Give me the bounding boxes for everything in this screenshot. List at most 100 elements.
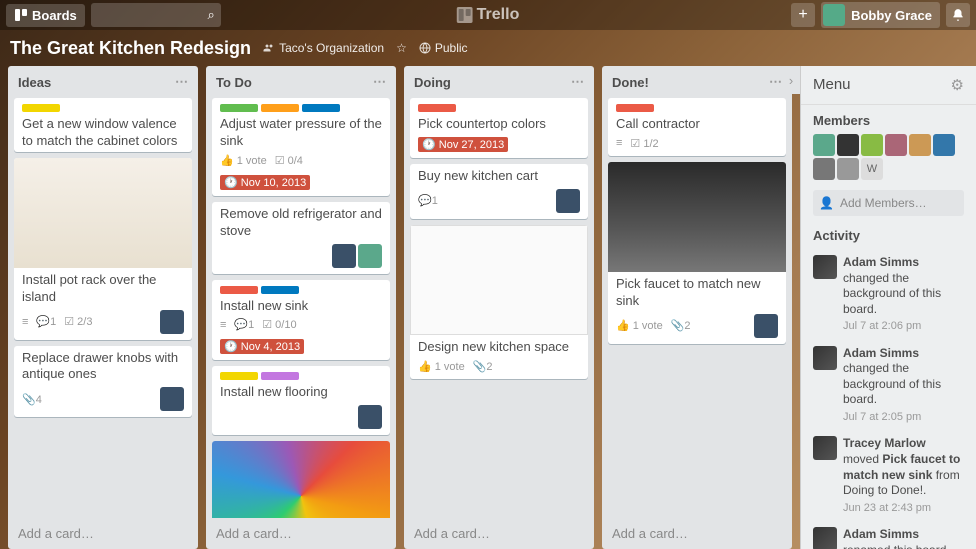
notifications-button[interactable]	[946, 3, 970, 27]
list-menu-icon[interactable]: ⋯	[769, 74, 782, 90]
sidebar-toggle[interactable]: ›	[782, 66, 800, 94]
comments-badge: 💬1	[234, 318, 254, 331]
settings-icon[interactable]: ⚙	[951, 76, 964, 94]
member-avatar[interactable]	[885, 134, 907, 156]
bell-icon	[951, 8, 965, 22]
create-button[interactable]: +	[791, 3, 815, 27]
checklist-badge: ☑ 2/3	[64, 315, 92, 328]
member-avatar[interactable]	[160, 310, 184, 334]
topbar: Boards ⌕ Trello + Bobby Grace	[0, 0, 976, 30]
member-avatar[interactable]	[556, 189, 580, 213]
card[interactable]: Install new flooring	[212, 366, 390, 435]
card[interactable]: Design new kitchen space👍 1 vote📎2	[410, 225, 588, 379]
trello-logo-icon	[457, 7, 473, 23]
list-header[interactable]: Done! ⋯	[602, 66, 792, 98]
board-title[interactable]: The Great Kitchen Redesign	[10, 38, 251, 59]
add-members-button[interactable]: 👤 Add Members…	[813, 190, 964, 216]
label	[220, 372, 258, 380]
card-badges	[212, 403, 390, 435]
activity-avatar[interactable]	[813, 527, 837, 549]
vote-badge: 👍 1 vote	[616, 319, 663, 332]
vote-badge: 👍 1 vote	[418, 360, 465, 373]
card[interactable]: Adjust water pressure of the sink👍 1 vot…	[212, 98, 390, 196]
member-avatar[interactable]	[837, 134, 859, 156]
card[interactable]: Remove old refrigerator and stove	[212, 202, 390, 274]
activity-avatar[interactable]	[813, 436, 837, 460]
add-card-button[interactable]: Add a card…	[404, 518, 594, 549]
cards-container: Pick countertop colors🕐 Nov 27, 2013 Buy …	[404, 98, 594, 518]
member-avatar[interactable]	[813, 158, 835, 180]
label	[616, 104, 654, 112]
members-row: W	[801, 134, 976, 186]
label	[220, 286, 258, 294]
member-avatar[interactable]	[358, 244, 382, 268]
logo[interactable]: Trello	[457, 6, 520, 24]
activity-time: Jun 23 at 2:43 pm	[843, 501, 964, 515]
list: Done! ⋯ Call contractor≡☑ 1/2 Pick faucet t…	[602, 66, 792, 549]
card[interactable]: Buy paint for cabinets💬1	[212, 441, 390, 518]
card-badges	[212, 242, 390, 274]
list-title: Doing	[414, 75, 451, 90]
boards-button[interactable]: Boards	[6, 4, 85, 27]
card-labels	[212, 366, 390, 380]
card[interactable]: Replace drawer knobs with antique ones📎4	[14, 346, 192, 418]
attachment-badge: 📎4	[22, 393, 42, 406]
add-card-button[interactable]: Add a card…	[206, 518, 396, 549]
card[interactable]: Install pot rack over the island≡💬1☑ 2/3	[14, 158, 192, 340]
lists-container: Ideas⋯Get a new window valence to match …	[0, 66, 800, 549]
activity-body: Adam Simms changed the background of thi…	[843, 346, 964, 425]
label	[302, 104, 340, 112]
card[interactable]: Call contractor≡☑ 1/2	[608, 98, 786, 156]
user-menu[interactable]: Bobby Grace	[821, 2, 940, 28]
card-badges: 👍 1 vote📎2	[608, 312, 786, 344]
search-input[interactable]: ⌕	[91, 3, 221, 27]
member-avatar[interactable]	[909, 134, 931, 156]
add-card-button[interactable]: Add a card…	[602, 518, 792, 549]
member-avatar[interactable]	[813, 134, 835, 156]
card-title: Buy new kitchen cart	[410, 164, 588, 187]
card-title: Design new kitchen space	[410, 335, 588, 358]
member-avatar[interactable]	[933, 134, 955, 156]
card[interactable]: Pick countertop colors🕐 Nov 27, 2013	[410, 98, 588, 158]
card-labels	[608, 98, 786, 112]
card-title: Remove old refrigerator and stove	[212, 202, 390, 242]
card-members	[160, 310, 184, 334]
visibility-button[interactable]: Public	[419, 41, 468, 55]
list-title: Done!	[612, 75, 649, 90]
card[interactable]: Install new sink≡💬1☑ 0/10🕐 Nov 4, 2013	[212, 280, 390, 361]
activity-avatar[interactable]	[813, 255, 837, 279]
member-avatar[interactable]	[332, 244, 356, 268]
list-menu-icon[interactable]: ⋯	[175, 74, 188, 90]
member-avatar[interactable]: W	[861, 158, 883, 180]
member-avatar[interactable]	[160, 387, 184, 411]
activity-title: Activity	[801, 220, 976, 249]
list-header[interactable]: To Do⋯	[206, 66, 396, 98]
sidebar: Menu ⚙ Members W 👤 Add Members… Activity…	[800, 66, 976, 549]
menu-title: Menu	[813, 76, 851, 94]
card[interactable]: Pick faucet to match new sink👍 1 vote📎2	[608, 162, 786, 344]
card-labels	[212, 280, 390, 294]
member-avatar[interactable]	[358, 405, 382, 429]
list-menu-icon[interactable]: ⋯	[571, 74, 584, 90]
add-card-button[interactable]: Add a card…	[8, 518, 198, 549]
org-link[interactable]: Taco's Organization	[263, 41, 384, 55]
card[interactable]: Get a new window valence to match the ca…	[14, 98, 192, 152]
list-menu-icon[interactable]: ⋯	[373, 74, 386, 90]
checklist-badge: ☑ 1/2	[630, 137, 658, 150]
member-avatar[interactable]	[837, 158, 859, 180]
card-cover	[212, 441, 390, 518]
member-avatar[interactable]	[754, 314, 778, 338]
member-avatar[interactable]	[861, 134, 883, 156]
card[interactable]: Buy new kitchen cart💬1	[410, 164, 588, 219]
trello-icon	[14, 8, 28, 22]
sidebar-header: Menu ⚙	[801, 66, 976, 105]
star-button[interactable]: ☆	[396, 41, 407, 55]
label	[261, 104, 299, 112]
card-badges: ≡☑ 1/2	[608, 135, 786, 156]
activity-avatar[interactable]	[813, 346, 837, 370]
visibility-label: Public	[435, 41, 468, 55]
card-members	[754, 314, 778, 338]
list-header[interactable]: Ideas⋯	[8, 66, 198, 98]
list-header[interactable]: Doing ⋯	[404, 66, 594, 98]
activity-time: Jul 7 at 2:06 pm	[843, 319, 964, 333]
